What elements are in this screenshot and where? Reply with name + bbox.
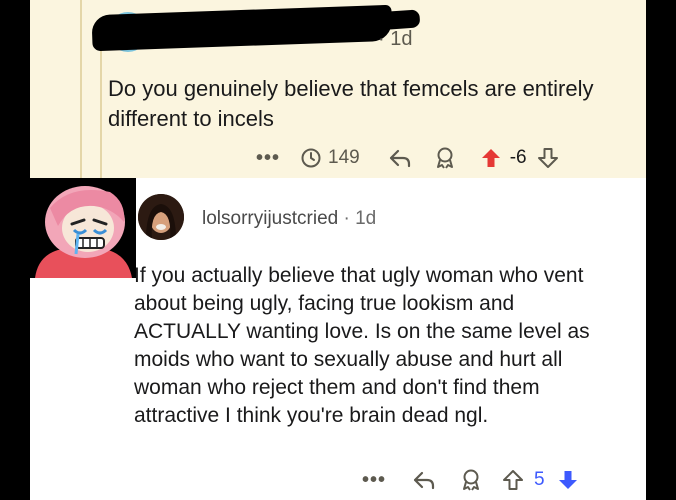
- upvote-button[interactable]: [480, 147, 502, 169]
- upvote-button[interactable]: [502, 469, 524, 491]
- award-button[interactable]: [460, 468, 482, 492]
- reply-button[interactable]: [388, 147, 412, 169]
- screenshot-border-right: [646, 0, 676, 500]
- meme-avatar-image: [30, 178, 136, 278]
- comment-body: Do you genuinely believe that femcels ar…: [108, 76, 594, 131]
- comment-timestamp: · 1d: [378, 28, 413, 50]
- username-link[interactable]: lolsorryijustcried: [202, 208, 338, 229]
- vote-score: 5: [534, 469, 545, 490]
- thread-line: [80, 0, 82, 178]
- views-count: 149: [300, 147, 360, 169]
- avatar[interactable]: [138, 194, 184, 240]
- award-button[interactable]: [434, 146, 456, 170]
- award-icon: [436, 147, 453, 169]
- screenshot-border-left: [0, 0, 30, 500]
- thread-line: [100, 48, 102, 178]
- downvote-icon: [537, 148, 558, 168]
- award-icon: [463, 469, 480, 491]
- reply-button[interactable]: [412, 469, 436, 491]
- comment-body: If you actually believe that ugly woman …: [134, 264, 590, 427]
- reply-icon: [389, 149, 410, 168]
- comment-actions: ••• 5: [362, 467, 579, 493]
- parent-comment: · 1d Do you genuinely believe that femce…: [30, 0, 646, 178]
- views-icon: [301, 148, 321, 168]
- comment-timestamp: · 1d: [343, 208, 377, 229]
- vote-score: -6: [509, 147, 527, 168]
- more-options-button[interactable]: •••: [362, 469, 386, 492]
- downvote-button[interactable]: [557, 469, 579, 491]
- reply-icon: [413, 471, 435, 490]
- upvote-icon: [481, 149, 500, 167]
- downvote-icon: [558, 471, 577, 489]
- views-count-label: 149: [328, 147, 360, 168]
- more-options-button[interactable]: •••: [256, 147, 280, 170]
- downvote-button[interactable]: [537, 147, 559, 169]
- upvote-icon: [503, 470, 524, 490]
- comment-author-line: lolsorryijustcried · 1d: [202, 208, 376, 230]
- comment-actions: ••• 149 -6: [256, 145, 559, 171]
- reply-comment-margin: [30, 278, 136, 500]
